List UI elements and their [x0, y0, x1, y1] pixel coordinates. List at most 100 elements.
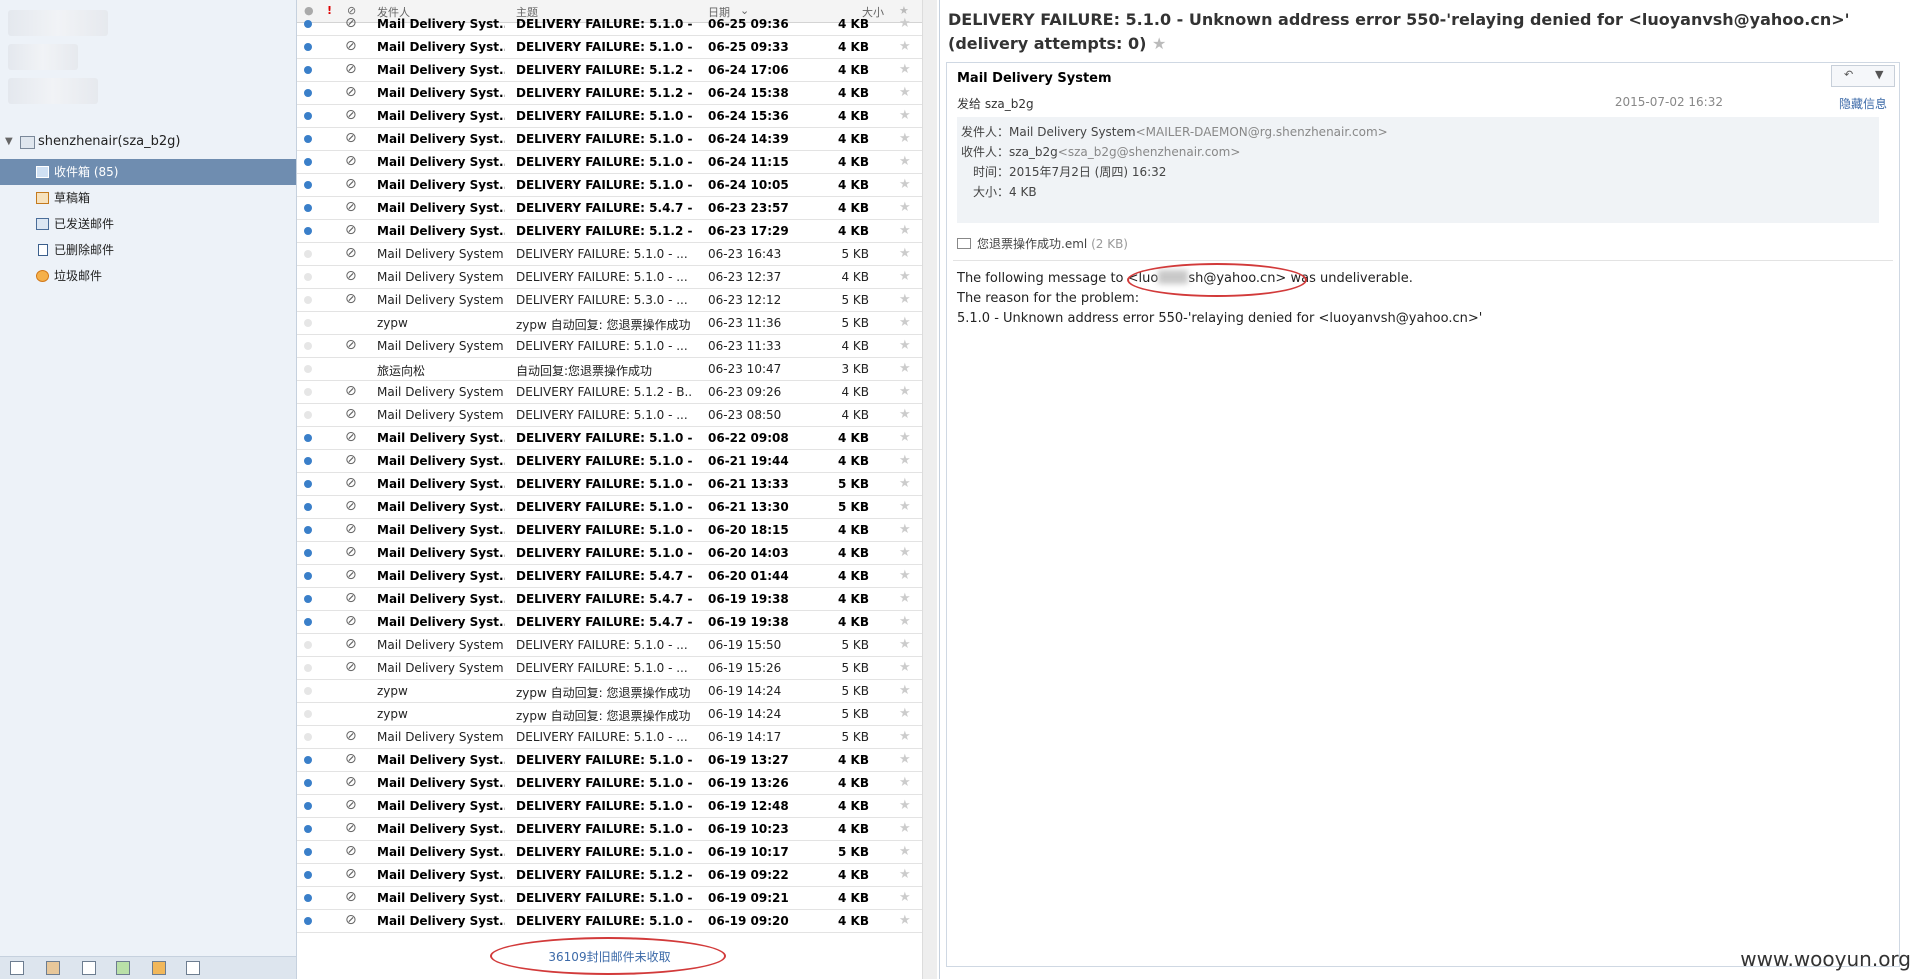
read-status-icon[interactable]	[304, 480, 312, 488]
message-row[interactable]: ⊘ Mail Delivery Syst... DELIVERY FAILURE: …	[297, 749, 922, 772]
star-icon[interactable]: ★	[899, 200, 911, 215]
message-row[interactable]: zypw zypw 自动回复: 您退票操作成功 06-19 14:24 5 KB ★	[297, 703, 922, 726]
star-icon[interactable]: ★	[899, 729, 911, 744]
message-row[interactable]: ⊘ Mail Delivery Syst... DELIVERY FAILURE: …	[297, 427, 922, 450]
read-status-icon[interactable]	[304, 733, 312, 741]
read-status-icon[interactable]	[304, 89, 312, 97]
contacts-icon[interactable]	[46, 961, 60, 975]
attachment-name[interactable]: 您退票操作成功.eml	[977, 237, 1087, 251]
message-row[interactable]: ⊘ Mail Delivery Syst... DELIVERY FAILURE: …	[297, 197, 922, 220]
read-status-icon[interactable]	[304, 618, 312, 626]
message-row[interactable]: ⊘ Mail Delivery Syst... DELIVERY FAILURE: …	[297, 174, 922, 197]
message-row[interactable]: ⊘ Mail Delivery Syst... DELIVERY FAILURE: …	[297, 13, 922, 36]
star-icon[interactable]: ★	[899, 476, 911, 491]
read-status-icon[interactable]	[304, 273, 312, 281]
star-icon[interactable]: ★	[899, 361, 911, 376]
message-row[interactable]: ⊘ Mail Delivery Syst... DELIVERY FAILURE: …	[297, 128, 922, 151]
star-icon[interactable]: ★	[899, 614, 911, 629]
star-icon[interactable]: ★	[899, 453, 911, 468]
more-dropdown-icon[interactable]: ▼	[1875, 68, 1883, 81]
star-icon[interactable]: ★	[899, 246, 911, 261]
read-status-icon[interactable]	[304, 434, 312, 442]
read-status-icon[interactable]	[304, 848, 312, 856]
message-row[interactable]: ⊘ Mail Delivery System DELIVERY FAILURE: 5…	[297, 634, 922, 657]
read-status-icon[interactable]	[304, 526, 312, 534]
settings-icon[interactable]	[186, 961, 200, 975]
star-icon[interactable]: ★	[899, 798, 911, 813]
star-icon[interactable]: ★	[899, 177, 911, 192]
message-row[interactable]: ⊘ Mail Delivery Syst... DELIVERY FAILURE: …	[297, 565, 922, 588]
message-row[interactable]: ⊘ Mail Delivery Syst... DELIVERY FAILURE: …	[297, 496, 922, 519]
read-status-icon[interactable]	[304, 917, 312, 925]
star-icon[interactable]: ★	[899, 821, 911, 836]
star-icon[interactable]: ★	[899, 522, 911, 537]
message-row[interactable]: ⊘ Mail Delivery Syst... DELIVERY FAILURE: …	[297, 59, 922, 82]
star-icon[interactable]: ★	[899, 637, 911, 652]
account-node[interactable]: ▼ shenzhenair(sza_b2g)	[0, 132, 296, 152]
star-icon[interactable]: ★	[899, 315, 911, 330]
read-status-icon[interactable]	[304, 158, 312, 166]
message-row[interactable]: ⊘ Mail Delivery Syst... DELIVERY FAILURE: …	[297, 519, 922, 542]
notes-icon[interactable]	[116, 961, 130, 975]
message-row[interactable]: ⊘ Mail Delivery Syst... DELIVERY FAILURE: …	[297, 151, 922, 174]
star-icon[interactable]: ★	[899, 85, 911, 100]
star-icon[interactable]: ★	[899, 16, 911, 31]
message-row[interactable]: ⊘ Mail Delivery System DELIVERY FAILURE: 5…	[297, 266, 922, 289]
mail-icon[interactable]	[10, 961, 24, 975]
read-status-icon[interactable]	[304, 250, 312, 258]
hide-details-link[interactable]: 隐藏信息	[1839, 95, 1887, 112]
message-row[interactable]: ⊘ Mail Delivery Syst... DELIVERY FAILURE: …	[297, 864, 922, 887]
read-status-icon[interactable]	[304, 388, 312, 396]
read-status-icon[interactable]	[304, 894, 312, 902]
read-status-icon[interactable]	[304, 20, 312, 28]
read-status-icon[interactable]	[304, 641, 312, 649]
star-icon[interactable]: ★	[899, 545, 911, 560]
read-status-icon[interactable]	[304, 825, 312, 833]
read-status-icon[interactable]	[304, 181, 312, 189]
message-row[interactable]: ⊘ Mail Delivery System DELIVERY FAILURE: 5…	[297, 657, 922, 680]
star-icon[interactable]: ★	[899, 430, 911, 445]
message-row[interactable]: ⊘ Mail Delivery Syst... DELIVERY FAILURE: …	[297, 36, 922, 59]
read-status-icon[interactable]	[304, 227, 312, 235]
read-status-icon[interactable]	[304, 43, 312, 51]
message-row[interactable]: ⊘ Mail Delivery System DELIVERY FAILURE: 5…	[297, 335, 922, 358]
read-status-icon[interactable]	[304, 503, 312, 511]
star-icon[interactable]: ★	[899, 407, 911, 422]
message-row[interactable]: ⊘ Mail Delivery Syst... DELIVERY FAILURE: …	[297, 841, 922, 864]
star-icon[interactable]: ★	[899, 269, 911, 284]
message-row[interactable]: ⊘ Mail Delivery System DELIVERY FAILURE: 5…	[297, 404, 922, 427]
read-status-icon[interactable]	[304, 112, 312, 120]
read-status-icon[interactable]	[304, 572, 312, 580]
folder-inbox[interactable]: 收件箱 (85)	[0, 159, 296, 185]
read-status-icon[interactable]	[304, 802, 312, 810]
read-status-icon[interactable]	[304, 342, 312, 350]
message-row[interactable]: zypw zypw 自动回复: 您退票操作成功 06-19 14:24 5 KB ★	[297, 680, 922, 703]
star-icon[interactable]: ★	[899, 867, 911, 882]
read-status-icon[interactable]	[304, 595, 312, 603]
star-icon[interactable]: ★	[899, 706, 911, 721]
folder-junk[interactable]: 垃圾邮件	[0, 263, 296, 289]
to-address[interactable]: <sza_b2g@shenzhenair.com>	[1058, 145, 1241, 159]
star-icon[interactable]: ★	[899, 39, 911, 54]
message-row[interactable]: ⊘ Mail Delivery Syst... DELIVERY FAILURE: …	[297, 818, 922, 841]
message-row[interactable]: ⊘ Mail Delivery Syst... DELIVERY FAILURE: …	[297, 82, 922, 105]
message-row[interactable]: ⊘ Mail Delivery Syst... DELIVERY FAILURE: …	[297, 473, 922, 496]
message-row[interactable]: ⊘ Mail Delivery Syst... DELIVERY FAILURE: …	[297, 220, 922, 243]
star-icon[interactable]: ★	[899, 384, 911, 399]
read-status-icon[interactable]	[304, 687, 312, 695]
star-icon[interactable]: ★	[899, 499, 911, 514]
message-row[interactable]: 旅运向松 自动回复:您退票操作成功 06-23 10:47 3 KB ★	[297, 358, 922, 381]
star-icon[interactable]: ★	[899, 131, 911, 146]
read-status-icon[interactable]	[304, 204, 312, 212]
message-row[interactable]: ⊘ Mail Delivery Syst... DELIVERY FAILURE: …	[297, 588, 922, 611]
star-icon[interactable]: ★	[899, 292, 911, 307]
attachment[interactable]: 您退票操作成功.eml (2 KB)	[957, 235, 1128, 252]
read-status-icon[interactable]	[304, 66, 312, 74]
folder-sent[interactable]: 已发送邮件	[0, 211, 296, 237]
read-status-icon[interactable]	[304, 457, 312, 465]
read-status-icon[interactable]	[304, 365, 312, 373]
message-row[interactable]: ⊘ Mail Delivery Syst... DELIVERY FAILURE: …	[297, 450, 922, 473]
read-status-icon[interactable]	[304, 756, 312, 764]
message-row[interactable]: zypw zypw 自动回复: 您退票操作成功 06-23 11:36 5 KB ★	[297, 312, 922, 335]
star-icon[interactable]: ★	[899, 775, 911, 790]
